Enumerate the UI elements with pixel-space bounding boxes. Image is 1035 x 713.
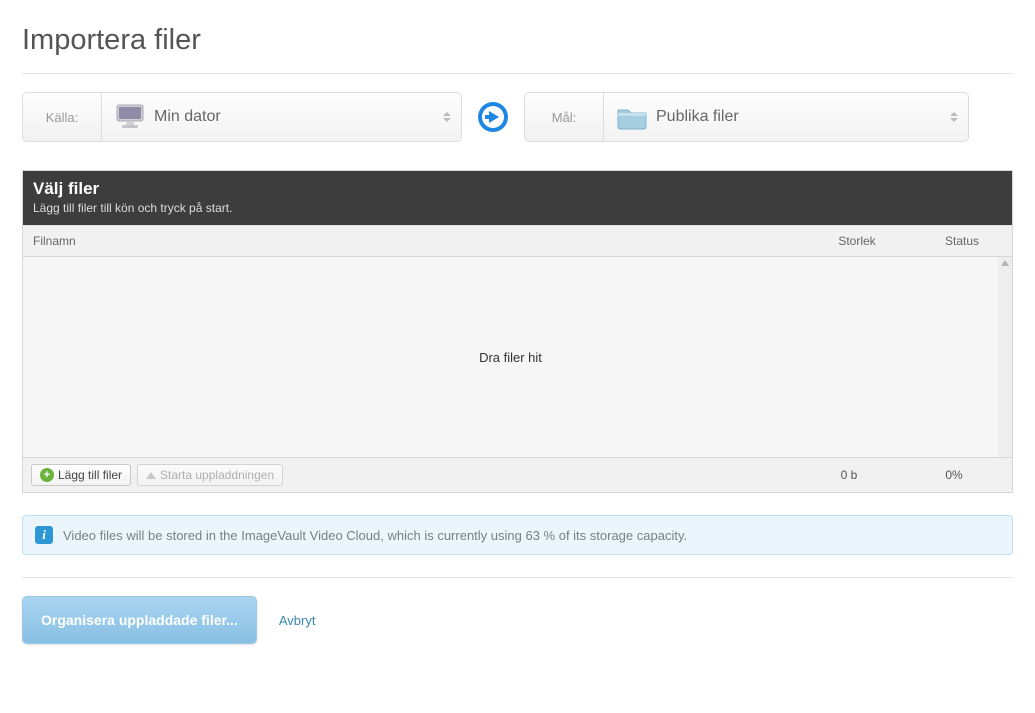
drop-zone[interactable]: Dra filer hit <box>23 257 1012 457</box>
source-picker: Källa: Min dator <box>22 92 462 142</box>
computer-icon <box>110 103 150 131</box>
upload-panel: Välj filer Lägg till filer till kön och … <box>22 170 1013 493</box>
organize-button[interactable]: Organisera uppladdade filer... <box>22 596 257 644</box>
add-files-button[interactable]: + Lägg till filer <box>31 464 131 486</box>
dest-value: Publika filer <box>656 108 739 126</box>
source-label: Källa: <box>22 92 102 142</box>
upload-title: Välj filer <box>33 179 1002 199</box>
upload-footer: + Lägg till filer Starta uppladdningen 0… <box>23 457 1012 492</box>
column-size: Storlek <box>802 226 912 256</box>
dest-label: Mål: <box>524 92 604 142</box>
info-message: Video files will be stored in the ImageV… <box>63 528 687 543</box>
add-files-label: Lägg till filer <box>58 468 122 482</box>
folder-icon <box>612 104 652 130</box>
source-value: Min dator <box>154 108 221 126</box>
start-upload-label: Starta uppladdningen <box>160 468 274 482</box>
column-status: Status <box>912 226 1012 256</box>
drop-hint: Dra filer hit <box>479 350 542 365</box>
upload-subtitle: Lägg till filer till kön och tryck på st… <box>33 201 1002 215</box>
info-icon: i <box>35 526 53 544</box>
divider <box>22 73 1013 74</box>
page-title: Importera filer <box>22 24 1013 57</box>
sort-caret-icon <box>443 112 451 122</box>
info-banner: i Video files will be stored in the Imag… <box>22 515 1013 555</box>
cancel-link[interactable]: Avbryt <box>279 613 316 628</box>
actions-row: Organisera uppladdade filer... Avbryt <box>22 596 1013 644</box>
source-dest-row: Källa: Min dator <box>22 92 1013 142</box>
upload-columns: Filnamn Storlek Status <box>23 225 1012 257</box>
divider <box>22 577 1013 578</box>
upload-header: Välj filer Lägg till filer till kön och … <box>23 171 1012 225</box>
upload-percent: 0% <box>904 468 1004 482</box>
arrow-right-icon <box>476 100 510 134</box>
column-filename: Filnamn <box>23 226 802 256</box>
source-select[interactable]: Min dator <box>102 92 462 142</box>
start-upload-button[interactable]: Starta uppladdningen <box>137 464 283 486</box>
dest-picker: Mål: Publika filer <box>524 92 969 142</box>
total-size: 0 b <box>794 468 904 482</box>
dest-select[interactable]: Publika filer <box>604 92 969 142</box>
plus-icon: + <box>40 468 54 482</box>
sort-caret-icon <box>950 112 958 122</box>
upload-arrow-icon <box>146 472 156 479</box>
